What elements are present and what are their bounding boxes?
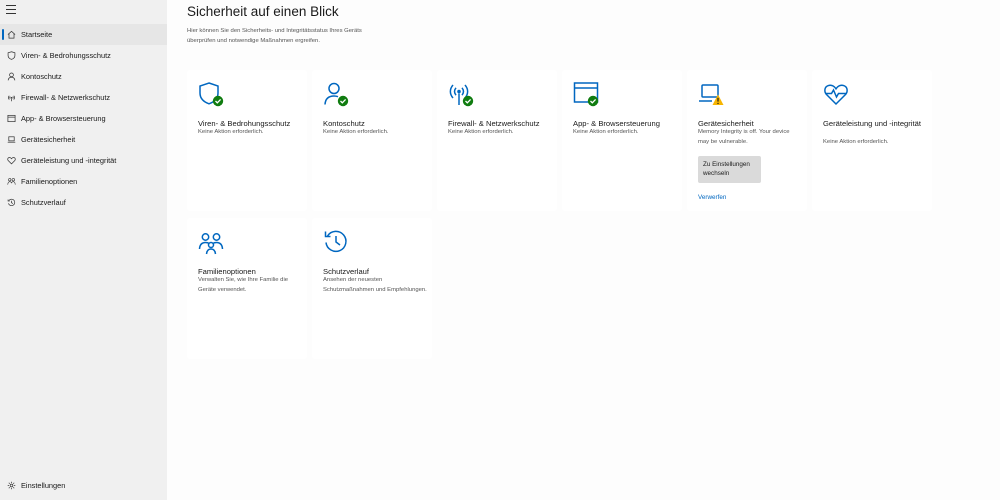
sidebar-item-history[interactable]: Schutzverlauf [0, 192, 167, 213]
card-status: Keine Aktion erforderlich. [573, 129, 639, 135]
wifi-icon [6, 93, 16, 103]
card-status: Keine Aktion erforderlich. [198, 129, 264, 135]
sidebar-item-app-browser[interactable]: App- & Browsersteuerung [0, 108, 167, 129]
dismiss-link[interactable]: Verwerfen [698, 194, 726, 201]
card-account-protection[interactable]: Kontoschutz Keine Aktion erforderlich. [312, 70, 432, 211]
card-title: Geräteleistung und -integrität [823, 119, 921, 128]
shield-check-icon [198, 81, 224, 107]
card-status: Keine Aktion erforderlich. [323, 129, 389, 135]
sidebar-item-label: Kontoschutz [21, 72, 62, 81]
sidebar-item-label: Viren- & Bedrohungsschutz [21, 51, 111, 60]
sidebar-item-label: Familienoptionen [21, 177, 78, 186]
card-virus-protection[interactable]: Viren- & Bedrohungsschutz Keine Aktion e… [187, 70, 307, 211]
card-firewall[interactable]: Firewall- & Netzwerkschutz Keine Aktion … [437, 70, 557, 211]
browser-check-icon [573, 81, 599, 107]
sidebar-item-device-security[interactable]: Gerätesicherheit [0, 129, 167, 150]
card-device-performance[interactable]: Geräteleistung und -integrität Keine Akt… [812, 70, 932, 211]
page-description: Hier können Sie den Sicherheits- und Int… [187, 28, 362, 44]
sidebar-item-device-performance[interactable]: Geräteleistung und -integrität [0, 150, 167, 171]
shield-icon [6, 51, 16, 61]
family-icon [198, 229, 224, 255]
browser-icon [6, 114, 16, 124]
card-family-options[interactable]: Familienoptionen Verwalten Sie, wie Ihre… [187, 218, 307, 359]
card-app-browser[interactable]: App- & Browsersteuerung Keine Aktion erf… [562, 70, 682, 211]
settings-button[interactable]: Einstellungen [0, 476, 167, 494]
laptop-icon [6, 135, 16, 145]
network-check-icon [448, 81, 474, 107]
card-status: Ansehen der neuesten Schutzmaßnahmen und… [323, 277, 427, 293]
laptop-warning-icon [698, 81, 724, 107]
sidebar-item-label: Schutzverlauf [21, 198, 66, 207]
sidebar-nav: Startseite Viren- & Bedrohungsschutz Kon… [0, 24, 167, 213]
heart-pulse-icon [823, 81, 849, 107]
sidebar-item-firewall[interactable]: Firewall- & Netzwerkschutz [0, 87, 167, 108]
history-icon [323, 229, 349, 255]
sidebar-item-label: Geräteleistung und -integrität [21, 156, 117, 165]
sidebar-item-startseite[interactable]: Startseite [0, 24, 167, 45]
sidebar-item-label: App- & Browsersteuerung [21, 114, 106, 123]
sidebar-item-family[interactable]: Familienoptionen [0, 171, 167, 192]
card-status: Verwalten Sie, wie Ihre Familie die Gerä… [198, 277, 289, 293]
main-content: Sicherheit auf einen Blick Hier können S… [167, 0, 1000, 500]
hamburger-icon[interactable] [6, 5, 16, 14]
sidebar-item-account-protection[interactable]: Kontoschutz [0, 66, 167, 87]
card-protection-history[interactable]: Schutzverlauf Ansehen der neuesten Schut… [312, 218, 432, 359]
card-status: Keine Aktion erforderlich. [448, 129, 514, 135]
go-to-settings-button[interactable]: Zu Einstellungen wechseln [698, 156, 761, 183]
sidebar: Startseite Viren- & Bedrohungsschutz Kon… [0, 0, 167, 500]
card-status: Memory Integrity is off. Your device may… [698, 129, 790, 145]
family-icon [6, 177, 16, 187]
history-icon [6, 198, 16, 208]
heart-icon [6, 156, 16, 166]
gear-icon [6, 480, 16, 490]
page-title: Sicherheit auf einen Blick [187, 4, 339, 19]
sidebar-item-label: Gerätesicherheit [21, 135, 76, 144]
person-icon [6, 72, 16, 82]
account-check-icon [323, 81, 349, 107]
settings-label: Einstellungen [21, 480, 66, 490]
sidebar-item-label: Startseite [21, 30, 53, 39]
card-device-security[interactable]: Gerätesicherheit Memory Integrity is off… [687, 70, 807, 211]
card-status: Keine Aktion erforderlich. [823, 138, 889, 145]
sidebar-item-label: Firewall- & Netzwerkschutz [21, 93, 111, 102]
home-icon [6, 30, 16, 40]
sidebar-item-virus-protection[interactable]: Viren- & Bedrohungsschutz [0, 45, 167, 66]
